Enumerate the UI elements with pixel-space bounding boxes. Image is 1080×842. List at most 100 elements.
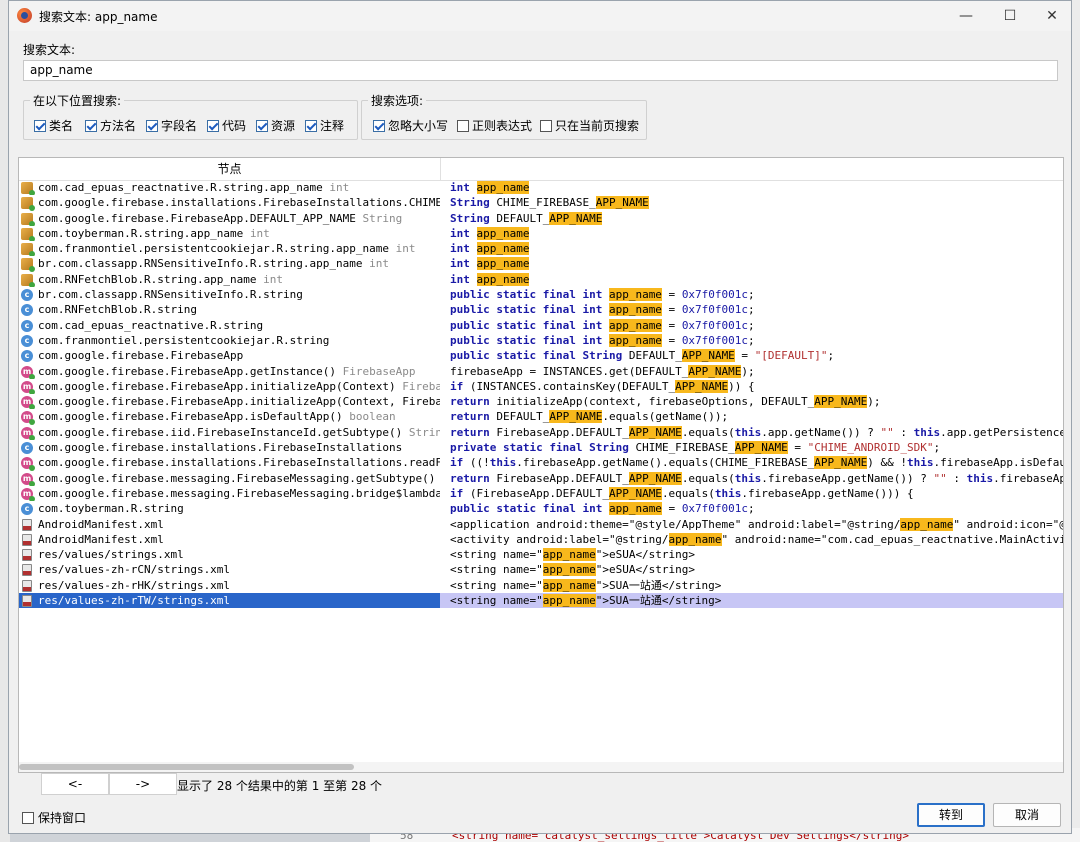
result-node-path: AndroidManifest.xml [38, 517, 164, 531]
file-icon [22, 549, 32, 562]
column-header-node[interactable]: 节点 [19, 158, 441, 180]
result-node[interactable]: m com.google.firebase.FirebaseApp.isDefau… [19, 409, 440, 425]
result-node[interactable]: res/values-zh-rTW/strings.xml [19, 593, 440, 609]
result-row[interactable]: AndroidManifest.xml <activity android:lab… [19, 532, 1063, 547]
result-row[interactable]: c com.franmontiel.persistentcookiejar.R.s… [19, 333, 1063, 348]
result-node[interactable]: com.toyberman.R.string.app_name int [19, 226, 440, 242]
minimize-button[interactable]: — [951, 5, 981, 27]
result-row[interactable]: m com.google.firebase.installations.Fireb… [19, 455, 1064, 471]
search-in-checkbox-4[interactable]: 资源 [256, 117, 295, 134]
result-node-text: com.RNFetchBlob.R.string [38, 302, 197, 317]
result-row[interactable]: c com.toyberman.R.string public static fin… [19, 501, 1063, 516]
result-node[interactable]: AndroidManifest.xml [19, 532, 440, 547]
result-row[interactable]: com.google.firebase.FirebaseApp.DEFAULT_… [19, 211, 1063, 226]
result-node[interactable]: AndroidManifest.xml [19, 517, 440, 532]
result-row[interactable]: com.toyberman.R.string.app_name int int a… [19, 226, 1063, 242]
result-row[interactable]: br.com.classapp.RNSensitiveInfo.R.string… [19, 256, 1063, 272]
result-node[interactable]: m com.google.firebase.FirebaseApp.initial… [19, 379, 440, 395]
result-row[interactable]: m com.google.firebase.iid.FirebaseInstanc… [19, 425, 1063, 441]
search-in-checkbox-1[interactable]: 方法名 [85, 117, 136, 134]
checkbox-box[interactable] [34, 119, 46, 132]
match-highlight: APP_NAME [681, 349, 735, 363]
result-row[interactable]: m com.google.firebase.messaging.FirebaseM… [19, 471, 1063, 486]
result-node[interactable]: m com.google.firebase.FirebaseApp.getInst… [19, 364, 440, 379]
cancel-button[interactable]: 取消 [993, 803, 1061, 827]
result-node[interactable]: c com.google.firebase.FirebaseApp [19, 348, 440, 363]
result-node[interactable]: m com.google.firebase.messaging.FirebaseM… [19, 471, 440, 486]
result-node[interactable]: res/values/strings.xml [19, 547, 440, 562]
result-node[interactable]: c com.franmontiel.persistentcookiejar.R.s… [19, 333, 440, 348]
result-row[interactable]: com.RNFetchBlob.R.string.app_name int int… [19, 272, 1063, 288]
result-row[interactable]: c br.com.classapp.RNSensitiveInfo.R.strin… [19, 287, 1063, 302]
result-node[interactable]: c com.toyberman.R.string [19, 501, 440, 516]
keep-window-checkbox[interactable]: 保持窗口 [22, 809, 86, 826]
result-node[interactable]: com.RNFetchBlob.R.string.app_name int [19, 272, 440, 288]
window-title: 搜索文本: app_name [39, 10, 158, 24]
checkbox-box[interactable] [305, 119, 317, 132]
result-row[interactable]: res/values-zh-rHK/strings.xml <string nam… [19, 578, 1063, 593]
result-row[interactable]: res/values/strings.xml <string name="app_… [19, 547, 1063, 562]
checkbox-box[interactable] [207, 119, 219, 132]
result-row[interactable]: AndroidManifest.xml <application android:… [19, 517, 1063, 532]
result-node[interactable]: m com.google.firebase.messaging.FirebaseM… [19, 486, 440, 502]
result-node[interactable]: com.cad_epuas_reactnative.R.string.app_n… [19, 180, 440, 196]
result-row[interactable]: c com.google.firebase.installations.Fireb… [19, 440, 1063, 455]
result-row[interactable]: com.google.firebase.installations.Fireba… [19, 195, 1063, 211]
result-node[interactable]: com.google.firebase.FirebaseApp.DEFAULT_… [19, 211, 440, 226]
result-row[interactable]: c com.RNFetchBlob.R.string public static f… [19, 302, 1063, 317]
search-option-checkbox-2[interactable]: 只在当前页搜索 [540, 117, 639, 134]
result-row[interactable]: c com.google.firebase.FirebaseApp public s… [19, 348, 1063, 363]
search-in-checkbox-5[interactable]: 注释 [305, 117, 344, 134]
checkbox-box[interactable] [457, 119, 469, 132]
horizontal-scrollbar[interactable] [19, 762, 1063, 772]
result-row[interactable]: c com.cad_epuas_reactnative.R.string publi… [19, 318, 1063, 333]
result-node[interactable]: m com.google.firebase.FirebaseApp.initial… [19, 394, 440, 410]
checkbox-box[interactable] [373, 119, 385, 132]
result-row[interactable]: res/values-zh-rTW/strings.xml <string nam… [19, 593, 1063, 609]
result-row[interactable]: res/values-zh-rCN/strings.xml <string nam… [19, 562, 1063, 577]
result-node[interactable]: com.franmontiel.persistentcookiejar.R.st… [19, 241, 440, 257]
result-row[interactable]: m com.google.firebase.FirebaseApp.initial… [19, 379, 1063, 395]
result-node[interactable]: m com.google.firebase.installations.Fireb… [19, 455, 440, 471]
search-option-checkbox-0[interactable]: 忽略大小写 [373, 117, 448, 134]
maximize-button[interactable]: ☐ [995, 5, 1025, 27]
result-node[interactable]: res/values-zh-rCN/strings.xml [19, 562, 440, 577]
result-row[interactable]: m com.google.firebase.FirebaseApp.initial… [19, 394, 1063, 410]
search-in-checkbox-0[interactable]: 类名 [34, 117, 73, 134]
result-node[interactable]: c com.cad_epuas_reactnative.R.string [19, 318, 440, 333]
result-row[interactable]: m com.google.firebase.FirebaseApp.isDefau… [19, 409, 1063, 425]
search-option-checkbox-1[interactable]: 正则表达式 [457, 117, 532, 134]
result-node[interactable]: c com.RNFetchBlob.R.string [19, 302, 440, 317]
next-page-button[interactable]: -> [109, 773, 177, 795]
result-row[interactable]: m com.google.firebase.messaging.FirebaseM… [19, 486, 1063, 502]
search-input[interactable]: app_name [23, 60, 1058, 81]
code-token: .firebaseApp.isDefaultApp() [933, 456, 1064, 470]
keep-window-box[interactable] [22, 811, 34, 824]
result-row[interactable]: m com.google.firebase.FirebaseApp.getInst… [19, 364, 1063, 379]
checkbox-box[interactable] [85, 119, 97, 132]
result-node[interactable]: com.google.firebase.installations.Fireba… [19, 195, 440, 211]
result-row[interactable]: com.cad_epuas_reactnative.R.string.app_n… [19, 180, 1063, 196]
search-in-checkbox-3[interactable]: 代码 [207, 117, 246, 134]
result-row[interactable]: com.franmontiel.persistentcookiejar.R.st… [19, 241, 1063, 257]
result-node[interactable]: c br.com.classapp.RNSensitiveInfo.R.strin… [19, 287, 440, 302]
search-in-checkbox-2[interactable]: 字段名 [146, 117, 197, 134]
goto-button[interactable]: 转到 [917, 803, 985, 827]
result-node[interactable]: m com.google.firebase.iid.FirebaseInstanc… [19, 425, 440, 441]
checkbox-box[interactable] [146, 119, 158, 132]
match-highlight: APP_NAME [814, 456, 868, 470]
result-node[interactable]: c com.google.firebase.installations.Fireb… [19, 440, 440, 455]
title-bar[interactable]: 搜索文本: app_name — ☐ ✕ [9, 1, 1071, 31]
code-token: ; [748, 502, 755, 516]
result-node[interactable]: res/values-zh-rHK/strings.xml [19, 578, 440, 593]
result-node[interactable]: br.com.classapp.RNSensitiveInfo.R.string… [19, 256, 440, 272]
checkbox-label: 注释 [320, 119, 345, 133]
checkbox-box[interactable] [256, 119, 268, 132]
result-node-path: com.google.firebase.FirebaseApp [38, 349, 244, 363]
prev-page-button[interactable]: <- [41, 773, 109, 795]
scrollbar-thumb[interactable] [19, 764, 354, 770]
code-token: String [450, 211, 490, 225]
close-button[interactable]: ✕ [1037, 5, 1067, 27]
checkbox-box[interactable] [540, 119, 552, 132]
